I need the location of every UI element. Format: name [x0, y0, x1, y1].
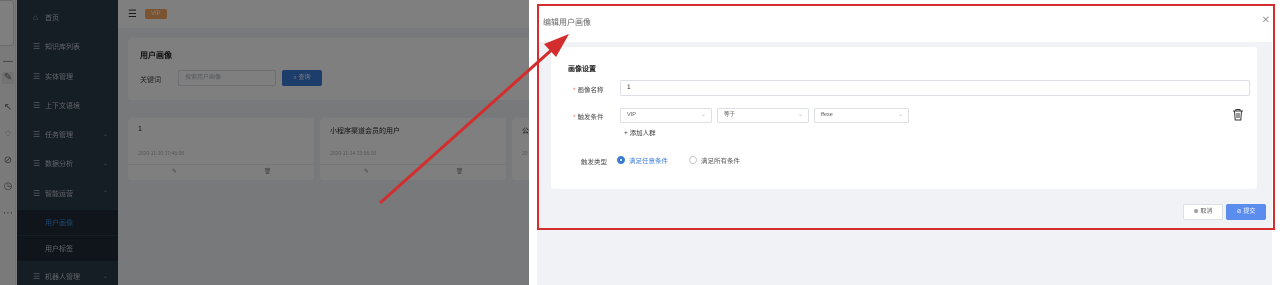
condition-field-value: VIP [627, 112, 636, 118]
section-title: 画像设置 [568, 66, 596, 73]
edit-drawer: 编辑用户画像 ✕ 画像设置 * 画像名称 1 * 触发条件 VIP ⌄ 等于 ⌄ f… [529, 0, 1280, 285]
required-mark: * [573, 87, 576, 94]
name-label: * 画像名称 [573, 84, 604, 94]
required-mark: * [573, 114, 576, 121]
chevron-down-icon: ⌄ [700, 112, 706, 118]
chevron-down-icon: ⌄ [897, 112, 903, 118]
radio-match-all[interactable]: 满足所有条件 [689, 155, 740, 165]
radio-match-any-label: 满足任意条件 [629, 158, 668, 165]
condition-value-text: ffese [821, 112, 833, 118]
drawer-title: 编辑用户画像 [543, 18, 591, 27]
profile-name-input[interactable]: 1 [620, 80, 1250, 96]
add-group-label: 添加人群 [629, 130, 656, 137]
condition-operator-select[interactable]: 等于 ⌄ [717, 108, 809, 123]
submit-button-label: 提交 [1243, 209, 1256, 215]
modal-overlay[interactable] [0, 0, 529, 285]
drawer-body: 画像设置 *画像名称 1 *触发条件 VIP ⌄ 等于 ⌄ ffese ⌄ [537, 42, 1272, 285]
radio-match-any[interactable]: 满足任意条件 [617, 155, 668, 165]
cancel-button[interactable]: ⊗ 取消 [1183, 204, 1223, 220]
radio-match-all-label: 满足所有条件 [701, 158, 740, 165]
trigger-type-label: 触发类型 [581, 159, 607, 166]
close-icon[interactable]: ✕ [1262, 15, 1270, 26]
condition-field-select[interactable]: VIP ⌄ [620, 108, 712, 123]
chevron-down-icon: ⌄ [797, 112, 803, 118]
condition-label: * 触发条件 [573, 111, 604, 121]
condition-value-select[interactable]: ffese ⌄ [814, 108, 909, 123]
radio-dot [617, 156, 625, 164]
add-group-button[interactable]: + 添加人群 [624, 127, 656, 137]
condition-operator-value: 等于 [724, 112, 736, 118]
cancel-button-label: 取消 [1200, 209, 1213, 215]
form-card: 画像设置 *画像名称 1 *触发条件 VIP ⌄ 等于 ⌄ ffese ⌄ [551, 47, 1257, 189]
trash-icon[interactable] [1232, 108, 1244, 121]
name-label-text: 画像名称 [577, 87, 604, 94]
radio-dot [689, 156, 697, 164]
submit-button[interactable]: ⊘ 提交 [1226, 204, 1266, 220]
drawer-header: 编辑用户画像 ✕ [529, 0, 1280, 42]
condition-label-text: 触发条件 [577, 114, 604, 121]
